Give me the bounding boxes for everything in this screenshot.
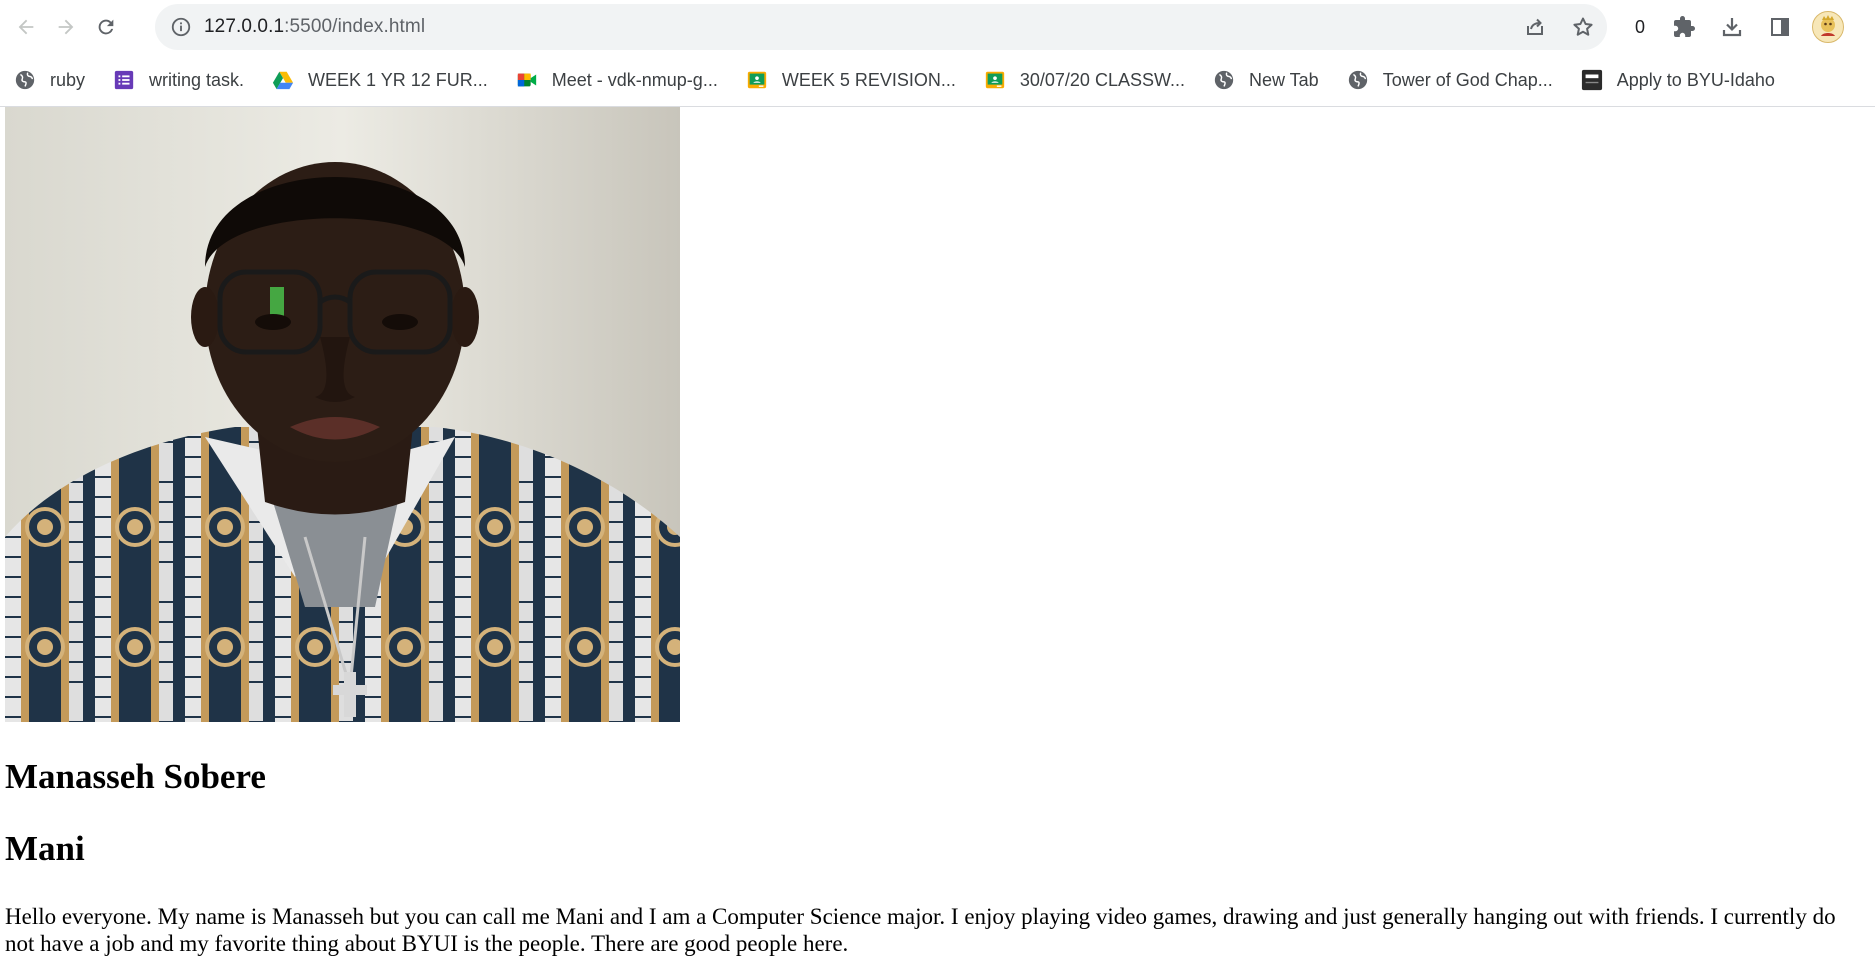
url-host: 127.0.0.1 bbox=[204, 16, 285, 37]
bookmark-label: Meet - vdk-nmup-g... bbox=[551, 69, 718, 90]
address-bar[interactable]: 127.0.0.1:5500/index.html bbox=[155, 4, 1607, 50]
bookmark-week-5[interactable]: WEEK 5 REVISION... bbox=[736, 63, 966, 97]
star-icon[interactable] bbox=[1571, 15, 1595, 39]
puzzle-icon bbox=[1674, 16, 1695, 37]
forward-button[interactable] bbox=[48, 9, 84, 45]
avatar-icon bbox=[1821, 15, 1835, 36]
reload-icon bbox=[98, 19, 114, 35]
bookmark-new-tab[interactable]: New Tab bbox=[1203, 63, 1329, 97]
classroom-icon bbox=[747, 71, 766, 89]
profile-photo bbox=[5, 107, 680, 722]
forms-icon bbox=[114, 70, 134, 90]
bookmark-byu-idaho[interactable]: Apply to BYU-Idaho bbox=[1571, 63, 1785, 97]
meet-icon bbox=[517, 73, 536, 87]
bio-paragraph: Hello everyone. My name is Manasseh but … bbox=[5, 904, 1836, 956]
side-panel-icon bbox=[1771, 18, 1789, 36]
url-path: :5500/index.html bbox=[284, 16, 426, 37]
bookmark-label: Apply to BYU-Idaho bbox=[1616, 69, 1775, 90]
globe-icon bbox=[1348, 70, 1367, 90]
drive-icon bbox=[272, 71, 294, 90]
arrow-right-icon bbox=[58, 19, 74, 35]
profile-avatar[interactable] bbox=[1812, 11, 1844, 43]
extensions-button[interactable] bbox=[1660, 0, 1708, 54]
arrow-left-icon bbox=[18, 19, 34, 35]
bookmark-ruby[interactable]: ruby bbox=[4, 63, 95, 97]
bookmark-label: ruby bbox=[50, 69, 86, 90]
reload-button[interactable] bbox=[88, 9, 124, 45]
bookmark-week-1[interactable]: WEEK 1 YR 12 FUR... bbox=[262, 63, 498, 97]
download-icon bbox=[1722, 18, 1742, 37]
bookmarks-bar: ruby writing task. WEEK 1 YR 12 FUR... M… bbox=[0, 54, 1875, 107]
globe-icon bbox=[15, 70, 35, 90]
profile-photo-illustration bbox=[5, 107, 680, 722]
bookmark-label: WEEK 5 REVISION... bbox=[781, 69, 956, 90]
downloads-button[interactable] bbox=[1708, 0, 1756, 54]
bookmark-label: New Tab bbox=[1248, 69, 1319, 90]
bookmark-tower-of-god[interactable]: Tower of God Chap... bbox=[1337, 63, 1563, 97]
side-panel-button[interactable] bbox=[1756, 0, 1804, 54]
nickname-heading: Mani bbox=[5, 829, 85, 868]
url-text[interactable]: 127.0.0.1:5500/index.html bbox=[204, 16, 425, 38]
share-icon[interactable] bbox=[1523, 15, 1547, 39]
info-icon[interactable] bbox=[170, 16, 192, 38]
bookmark-label: Tower of God Chap... bbox=[1382, 69, 1553, 90]
bookmark-label: writing task. bbox=[149, 69, 245, 90]
bookmark-label: 30/07/20 CLASSW... bbox=[1019, 69, 1185, 90]
bookmark-classwork[interactable]: 30/07/20 CLASSW... bbox=[974, 63, 1195, 97]
person-name-heading: Manasseh Sobere bbox=[5, 757, 266, 796]
globe-icon bbox=[1214, 70, 1234, 90]
toolbar-actions: 0 bbox=[1620, 0, 1844, 54]
back-button[interactable] bbox=[8, 9, 44, 45]
extension-badge-count[interactable]: 0 bbox=[1620, 17, 1660, 38]
bookmark-meet[interactable]: Meet - vdk-nmup-g... bbox=[506, 63, 728, 97]
bookmark-writing-task[interactable]: writing task. bbox=[103, 63, 254, 97]
browser-toolbar: 127.0.0.1:5500/index.html 0 bbox=[0, 0, 1875, 54]
byu-icon bbox=[1581, 69, 1602, 91]
classroom-icon bbox=[985, 71, 1005, 89]
bookmark-label: WEEK 1 YR 12 FUR... bbox=[308, 69, 488, 90]
